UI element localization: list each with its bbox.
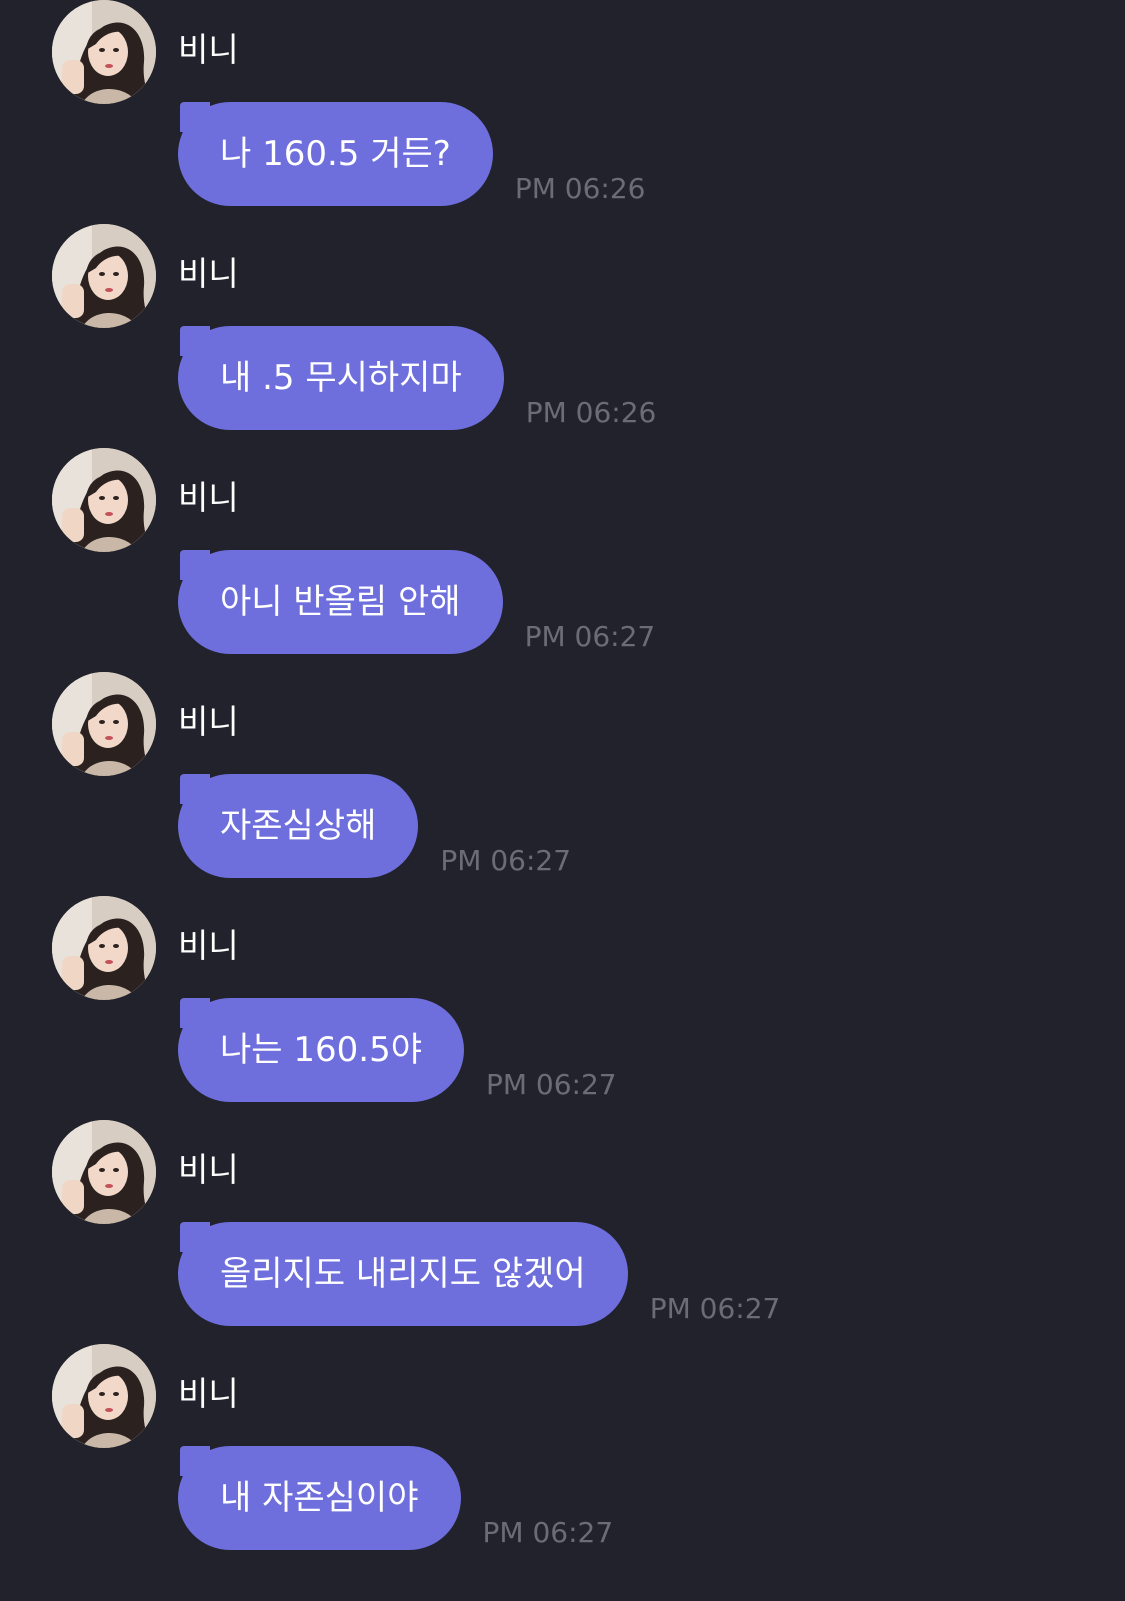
message-bubble[interactable]: 나는 160.5야 xyxy=(178,998,464,1102)
message-timestamp: PM 06:26 xyxy=(525,396,657,429)
message-row: 내 .5 무시하지마 PM 06:26 xyxy=(178,326,656,430)
avatar[interactable] xyxy=(52,448,156,552)
message-timestamp: PM 06:26 xyxy=(514,172,646,205)
avatar-image xyxy=(52,448,156,552)
avatar-image xyxy=(52,1344,156,1448)
sender-name: 비니 xyxy=(178,702,239,741)
message-timestamp: PM 06:27 xyxy=(485,1068,617,1101)
avatar[interactable] xyxy=(52,672,156,776)
avatar-image xyxy=(52,0,156,104)
sender-name: 비니 xyxy=(178,1150,239,1189)
message-timestamp: PM 06:27 xyxy=(482,1516,614,1549)
avatar-image xyxy=(52,672,156,776)
message-row: 아니 반올림 안해 PM 06:27 xyxy=(178,550,655,654)
message-bubble[interactable]: 내 .5 무시하지마 xyxy=(178,326,504,430)
sender-name: 비니 xyxy=(178,1374,239,1413)
sender-name: 비니 xyxy=(178,254,239,293)
avatar-image xyxy=(52,1120,156,1224)
avatar[interactable] xyxy=(52,1344,156,1448)
message-item: 비니 올리지도 내리지도 않겠어 PM 06:27 xyxy=(0,1120,1125,1330)
avatar[interactable] xyxy=(52,0,156,104)
sender-name: 비니 xyxy=(178,926,239,965)
message-bubble[interactable]: 자존심상해 xyxy=(178,774,419,878)
message-timestamp: PM 06:27 xyxy=(524,620,656,653)
message-item: 비니 나 160.5 거든? PM 06:26 xyxy=(0,0,1125,210)
message-timestamp: PM 06:27 xyxy=(440,844,572,877)
avatar-image xyxy=(52,896,156,1000)
message-item: 비니 내 .5 무시하지마 PM 06:26 xyxy=(0,224,1125,434)
message-bubble[interactable]: 내 자존심이야 xyxy=(178,1446,461,1550)
avatar[interactable] xyxy=(52,1120,156,1224)
message-bubble[interactable]: 아니 반올림 안해 xyxy=(178,550,503,654)
message-row: 내 자존심이야 PM 06:27 xyxy=(178,1446,613,1550)
sender-name: 비니 xyxy=(178,30,239,69)
message-row: 나는 160.5야 PM 06:27 xyxy=(178,998,617,1102)
message-item: 비니 아니 반올림 안해 PM 06:27 xyxy=(0,448,1125,658)
message-timestamp: PM 06:27 xyxy=(649,1292,781,1325)
avatar-image xyxy=(52,224,156,328)
message-bubble[interactable]: 올리지도 내리지도 않겠어 xyxy=(178,1222,628,1326)
sender-name: 비니 xyxy=(178,478,239,517)
message-item: 비니 내 자존심이야 PM 06:27 xyxy=(0,1344,1125,1554)
message-row: 나 160.5 거든? PM 06:26 xyxy=(178,102,645,206)
chat-message-list[interactable]: 비니 나 160.5 거든? PM 06:26 비니 내 .5 무시하지마 PM… xyxy=(0,0,1125,1601)
avatar[interactable] xyxy=(52,896,156,1000)
message-row: 올리지도 내리지도 않겠어 PM 06:27 xyxy=(178,1222,780,1326)
message-row: 자존심상해 PM 06:27 xyxy=(178,774,571,878)
avatar[interactable] xyxy=(52,224,156,328)
message-item: 비니 나는 160.5야 PM 06:27 xyxy=(0,896,1125,1106)
message-item: 비니 자존심상해 PM 06:27 xyxy=(0,672,1125,882)
message-bubble[interactable]: 나 160.5 거든? xyxy=(178,102,493,206)
